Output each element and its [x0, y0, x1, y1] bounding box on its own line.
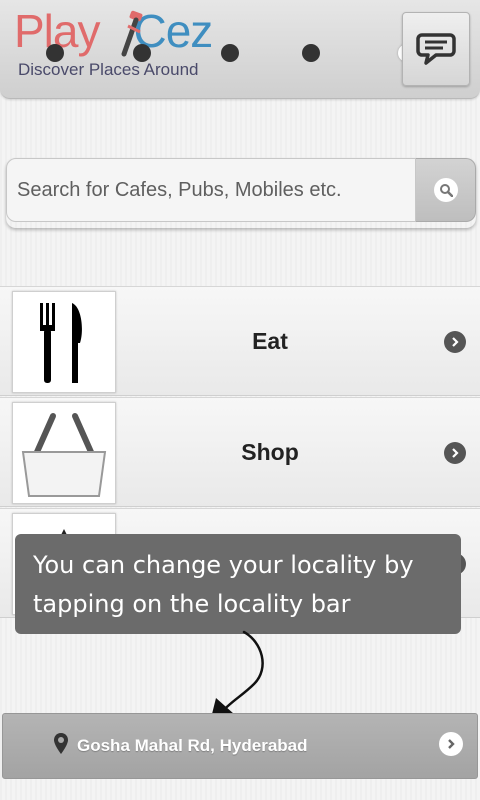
app-header: Play Cez Discover Places Around — [0, 0, 480, 99]
locality-label: Gosha Mahal Rd, Hyderabad — [77, 736, 308, 755]
chevron-right-icon — [439, 732, 463, 756]
location-pin-icon — [54, 733, 68, 754]
page-dot[interactable] — [133, 44, 151, 62]
page-dot[interactable] — [46, 44, 64, 62]
chat-button[interactable] — [402, 12, 470, 86]
locality-tooltip: You can change your locality by tapping … — [15, 534, 461, 634]
page-dot[interactable] — [302, 44, 320, 62]
search-input[interactable] — [6, 158, 416, 222]
page-dot[interactable] — [221, 44, 239, 62]
shopping-basket-icon — [21, 413, 107, 497]
fork-knife-icon — [40, 303, 82, 383]
search-button[interactable] — [416, 158, 476, 222]
category-item-eat[interactable]: Eat — [0, 286, 480, 396]
category-label: Eat — [252, 327, 288, 354]
category-thumbnail — [12, 402, 116, 504]
chevron-right-icon — [444, 331, 466, 353]
category-label: Shop — [241, 438, 299, 465]
chevron-right-icon — [444, 442, 466, 464]
category-item-shop[interactable]: Shop — [0, 397, 480, 507]
chat-bubble-icon — [416, 33, 456, 65]
search-bar — [6, 158, 476, 228]
locality-bar[interactable]: Gosha Mahal Rd, Hyderabad — [2, 713, 478, 779]
category-thumbnail — [12, 291, 116, 393]
search-icon — [439, 184, 453, 197]
